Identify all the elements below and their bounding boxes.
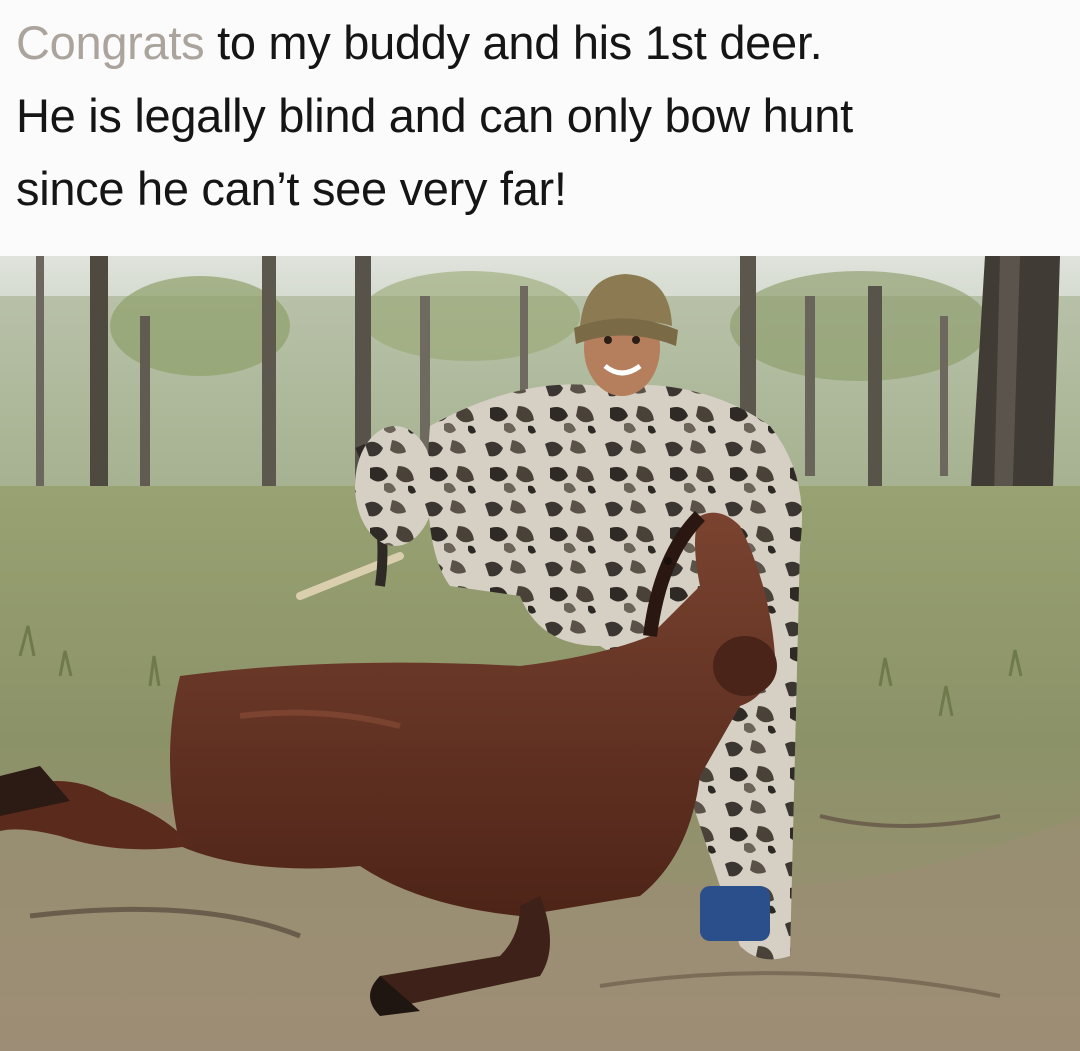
caption-line-1: Congrats to my buddy and his 1st deer. — [16, 6, 1064, 79]
meme-photo — [0, 256, 1080, 1051]
caption-line-2: He is legally blind and can only bow hun… — [16, 89, 853, 142]
caption-line-3: since he can’t see very far! — [16, 162, 567, 215]
meme-caption: Congrats to my buddy and his 1st deer. H… — [0, 0, 1080, 256]
caption-lead-word: Congrats — [16, 16, 205, 69]
caption-line-1-rest: to my buddy and his 1st deer. — [204, 16, 823, 69]
